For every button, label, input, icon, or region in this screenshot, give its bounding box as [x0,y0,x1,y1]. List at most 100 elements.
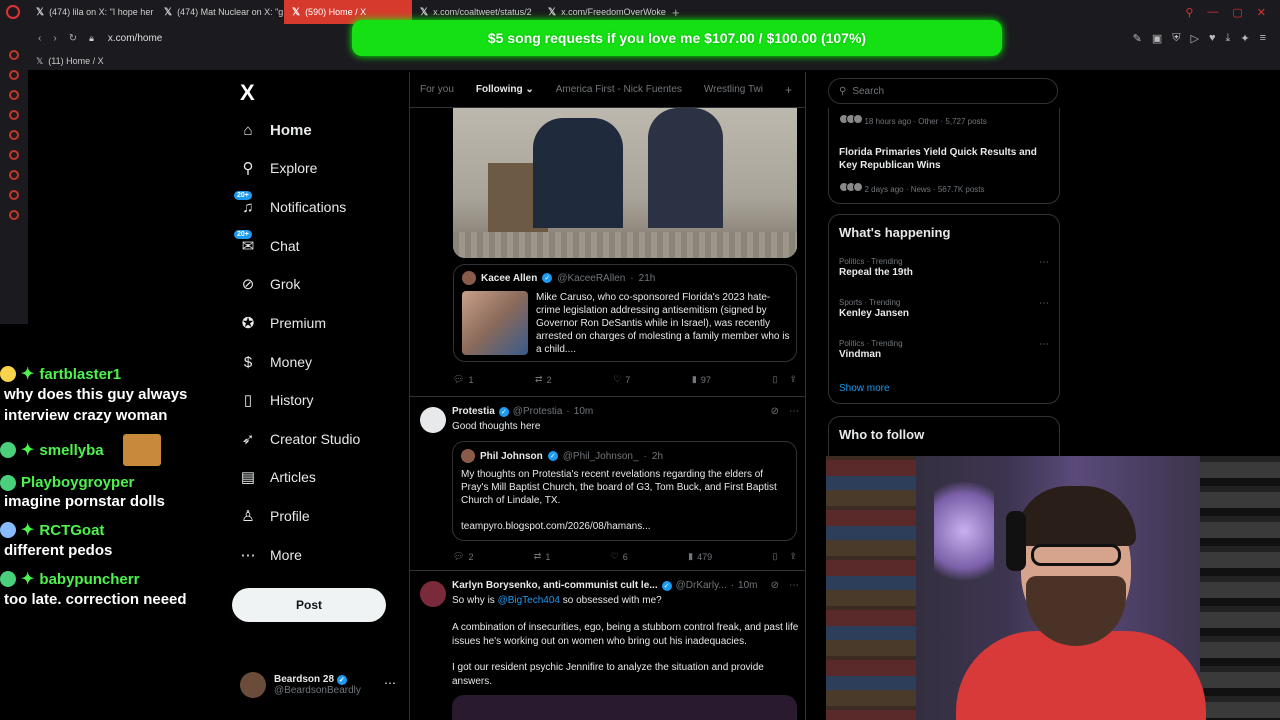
post-time: 10m [738,580,758,591]
avatar-group [839,182,863,192]
tab-america-first[interactable]: America First - Nick Fuentes [556,84,682,95]
sidebar-item-articles[interactable]: ▤ Articles [240,469,316,486]
sidebar-app-icon[interactable] [9,90,19,100]
ai-icon[interactable]: ✦ [1240,32,1249,45]
x-logo-icon[interactable]: X [240,80,255,106]
views-button[interactable]: ▮ 479 [688,551,712,562]
trend-item[interactable]: Politics · Trending Vindman ⋯ [839,339,1051,361]
grok-icon[interactable]: ⊘ [771,580,779,591]
download-icon[interactable]: ⤓ [1225,32,1230,45]
mention-link[interactable]: @BigTech404 [498,595,560,606]
trend-item[interactable]: Politics · Trending Repeal the 19th ⋯ [839,257,1051,279]
sidebar-app-icon[interactable] [9,110,19,120]
news-item[interactable]: 18 hours ago · Other · 5,727 posts [839,111,1051,129]
tab-for-you[interactable]: For you [420,84,454,95]
play-icon[interactable]: ▷ [1190,32,1198,45]
more-icon[interactable]: ⋯ [384,676,396,690]
sidebar-item-grok[interactable]: ⊘ Grok [240,276,301,293]
sidebar-item-notifications[interactable]: ♫ 20+ Notifications [234,191,346,216]
sidebar-app-icon[interactable] [9,210,19,220]
post-actions: 💬︎ 2 ⇄ 1 ♡ 6 ▮ 479 ▯ ⇪ [453,551,797,562]
sidebar-item-money[interactable]: $ Money [240,353,312,371]
account-switcher[interactable]: Beardson 28 ✓ @BeardsonBeardly ⋯ [240,672,396,698]
trend-item[interactable]: Sports · Trending Kenley Jansen ⋯ [839,298,1051,320]
dollar-icon: $ [243,353,253,371]
sidebar-item-explore[interactable]: ⚲ Explore [240,160,318,177]
maximize-icon[interactable]: ▢ [1232,6,1242,19]
repost-button[interactable]: ⇄ 2 [535,374,552,385]
sidebar-app-icon[interactable] [9,150,19,160]
account-handle: @BeardsonBeardly [274,685,361,696]
sidebar-app-icon[interactable] [9,170,19,180]
post-button[interactable]: Post [232,588,386,622]
snapshot-icon[interactable]: ▣ [1152,32,1162,45]
search-input[interactable]: ⚲ Search [828,78,1058,104]
back-icon[interactable]: ‹ [38,33,41,44]
text-fragment: So why is [452,595,498,606]
post-media-image[interactable] [452,695,797,720]
x-logo-icon: 𝕏 [292,6,301,18]
sidebar-app-icon[interactable] [9,70,19,80]
timeline-tabs: For you Following ⌄ America First - Nick… [410,72,805,108]
grok-icon[interactable]: ⊘ [771,406,779,417]
sidebar-app-icon[interactable] [9,190,19,200]
reload-icon[interactable]: ↻ [69,33,77,44]
url-field[interactable]: x.com/home [108,33,162,44]
sidebar-item-premium[interactable]: ✪ Premium [240,315,326,332]
browser-tab[interactable]: 𝕏 (474) lila on X: "I hope her [28,0,156,24]
new-tab-icon[interactable]: + [672,5,680,20]
more-icon[interactable]: ⋯ [1039,257,1049,268]
menu-icon[interactable]: ≡ [1260,32,1266,45]
sidebar-item-more[interactable]: ⋯ More [240,547,302,564]
like-button[interactable]: ♡ 7 [613,374,630,385]
close-icon[interactable]: ✕ [1257,6,1266,19]
show-more-link[interactable]: Show more [839,383,890,394]
reply-button[interactable]: 💬︎ 1 [453,374,473,385]
news-item[interactable]: Florida Primaries Yield Quick Results an… [839,146,1051,197]
post-text: A combination of insecurities, ego, bein… [452,622,799,647]
post-media-image[interactable] [453,108,797,258]
quote-link[interactable]: teampyro.blogspot.com/2026/08/hamans... [461,520,651,533]
share-icon[interactable]: ⇪ [789,374,797,385]
timeline: For you Following ⌄ America First - Nick… [409,72,806,720]
post[interactable]: Protestia ✓ @Protestia · 10m ⊘ ⋯ Good tho… [410,396,805,570]
browser-tab[interactable]: 𝕏 (474) Mat Nuclear on X: "g [156,0,284,24]
add-tab-icon[interactable]: + [785,83,792,97]
sidebar-item-history[interactable]: ▯ History [240,392,314,409]
more-icon[interactable]: ⋯ [1039,298,1049,309]
more-icon[interactable]: ⋯ [1039,339,1049,350]
more-icon[interactable]: ⋯ [789,406,799,417]
forward-icon[interactable]: › [53,33,56,44]
minimize-icon[interactable]: — [1207,6,1218,19]
sidebar-item-chat[interactable]: ✉ 20+ Chat [234,230,300,255]
views-button[interactable]: ▮ 97 [692,374,711,385]
search-tabs-icon[interactable]: ⚲ [1185,6,1193,19]
opera-logo-icon[interactable] [6,5,20,19]
post[interactable]: Karlyn Borysenko, anti-communist cult le… [410,570,805,720]
repost-button[interactable]: ⇄ 1 [534,551,551,562]
tab-label: (590) Home / X [305,7,367,17]
sidebar-item-creator-studio[interactable]: ➶ Creator Studio [240,431,361,448]
shield-icon[interactable]: ⛨ [1172,32,1180,45]
more-icon[interactable]: ⋯ [789,580,799,591]
tab-wrestling[interactable]: Wrestling Twi [704,84,763,95]
share-icon[interactable]: ⇪ [789,551,797,562]
emote-image [122,434,161,466]
sidebar-item-profile[interactable]: ♙ Profile [240,508,309,525]
chat-username: ✦ smellyba [0,434,225,466]
quoted-post[interactable]: Kacee Allen ✓ @KaceeRAllen · 21h Mike Ca… [453,264,797,362]
sidebar-app-icon[interactable] [9,130,19,140]
bookmark-icon[interactable]: ▯ [772,551,777,562]
sidebar-item-home[interactable]: ⌂ Home [240,122,311,139]
pinned-tab-label[interactable]: (11) Home / X [48,56,103,66]
heart-icon[interactable]: ♥ [1209,32,1216,45]
diamond-badge-icon: ✦ [21,571,35,588]
sidebar-app-icon[interactable] [9,50,19,60]
pin-icon[interactable]: ✎ [1133,32,1142,45]
bookmark-icon[interactable]: ▯ [772,374,777,385]
quoted-post[interactable]: Phil Johnson ✓ @Phil_Johnson_ · 2h My th… [452,441,797,541]
reply-button[interactable]: 💬︎ 2 [453,551,473,562]
tab-following[interactable]: Following ⌄ [476,84,534,95]
lamp-glow-shape [934,476,994,586]
like-button[interactable]: ♡ 6 [611,551,628,562]
